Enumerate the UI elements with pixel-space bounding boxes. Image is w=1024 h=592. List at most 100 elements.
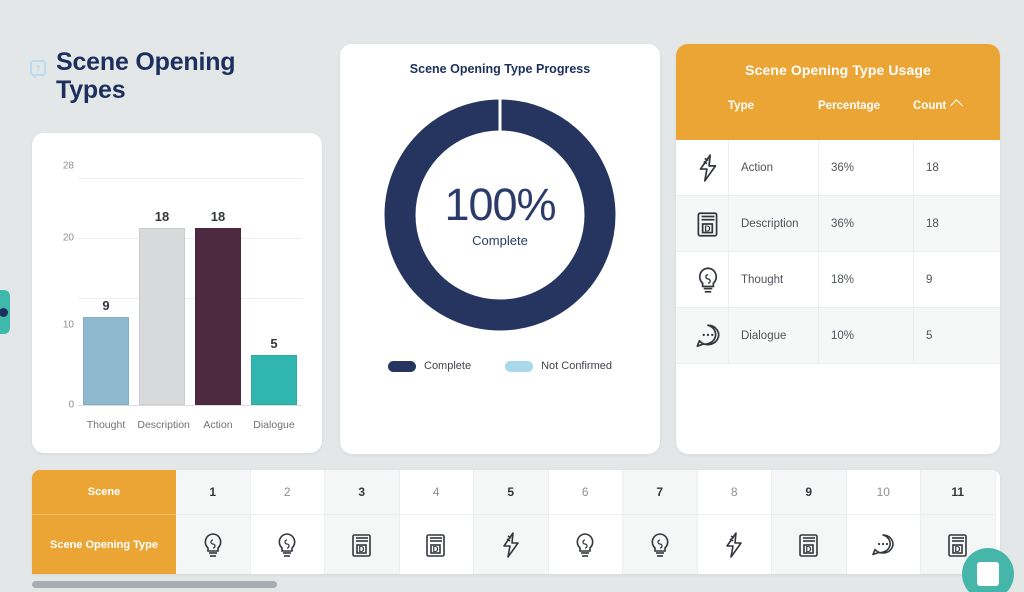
bar-chart-card: 28 20 10 0 9 18 18 5 Thought Description…: [32, 133, 322, 453]
x-label-dialogue: Dialogue: [253, 419, 295, 431]
usage-table-header: Scene Opening Type Usage Type Percentage…: [676, 44, 1000, 140]
bulb-icon: [676, 252, 728, 307]
bar-action[interactable]: 18: [193, 158, 242, 405]
bulb-icon[interactable]: [623, 514, 698, 574]
bolt-icon[interactable]: [697, 514, 772, 574]
bar-chart: 28 20 10 0 9 18 18 5 Thought Description…: [32, 133, 322, 453]
donut-sublabel: Complete: [472, 233, 528, 248]
column-header-type[interactable]: Type: [728, 100, 818, 112]
book-d-icon: D: [676, 196, 728, 251]
svg-text:D: D: [358, 545, 364, 554]
cell-count: 18: [913, 140, 1000, 195]
scene-number-cell[interactable]: 9: [772, 470, 847, 514]
bolt-icon: [676, 140, 728, 195]
bar-dialogue[interactable]: 5: [249, 158, 298, 405]
bar-rect-description: [138, 228, 185, 405]
y-tick-28: 28: [62, 160, 74, 172]
scene-number-cell[interactable]: 2: [250, 470, 325, 514]
chat-support-button[interactable]: [962, 548, 1014, 592]
bar-rect-dialogue: [250, 355, 297, 405]
bar-thought[interactable]: 9: [81, 158, 130, 405]
x-label-thought: Thought: [86, 419, 126, 431]
bar-description[interactable]: 18: [137, 158, 186, 405]
book-d-icon[interactable]: D: [325, 514, 400, 574]
scene-number-cell[interactable]: 4: [399, 470, 474, 514]
scene-number-cell[interactable]: 10: [846, 470, 921, 514]
y-tick-20: 20: [62, 232, 74, 244]
usage-table-columns: Type Percentage Count: [676, 98, 1000, 112]
scene-number-cell[interactable]: 8: [697, 470, 772, 514]
column-header-percentage[interactable]: Percentage: [818, 100, 913, 112]
svg-text:D: D: [954, 545, 960, 554]
y-tick-10: 10: [62, 319, 74, 331]
donut-center-labels: 100% Complete: [375, 90, 625, 340]
donut-percent: 100%: [444, 179, 556, 230]
cell-count: 9: [913, 252, 1000, 307]
column-header-icon: [676, 100, 728, 112]
column-header-count[interactable]: Count: [913, 98, 1000, 112]
usage-table-card: Scene Opening Type Usage Type Percentage…: [676, 44, 1000, 454]
x-label-action: Action: [203, 419, 233, 431]
bar-value-action: 18: [210, 209, 226, 224]
cell-percentage: 36%: [818, 196, 913, 251]
cell-type: Description: [728, 196, 818, 251]
speech-icon: [676, 308, 728, 363]
bar-series: 9 18 18 5: [78, 158, 302, 405]
cell-type: Dialogue: [728, 308, 818, 363]
scene-number-cell[interactable]: 3: [325, 470, 400, 514]
x-axis-labels: Thought Description Action Dialogue: [78, 419, 302, 431]
page-header: ? Scene Opening Types: [30, 48, 286, 104]
y-tick-0: 0: [68, 399, 74, 411]
timeline-type-row: Scene Opening Type D D D D: [32, 514, 1000, 574]
table-row[interactable]: Action 36% 18: [676, 140, 1000, 196]
scene-number-cell[interactable]: 7: [623, 470, 698, 514]
cell-percentage: 10%: [818, 308, 913, 363]
legend-item-complete[interactable]: Complete: [388, 360, 471, 372]
bar-rect-action: [194, 228, 241, 405]
book-d-icon[interactable]: D: [399, 514, 474, 574]
legend-item-not-confirmed[interactable]: Not Confirmed: [505, 360, 612, 372]
legend-swatch-not-confirmed: [505, 360, 534, 372]
bulb-icon[interactable]: [176, 514, 251, 574]
svg-text:D: D: [805, 545, 811, 554]
scene-number-cell[interactable]: 5: [474, 470, 549, 514]
bolt-icon[interactable]: [474, 514, 549, 574]
scrollbar-thumb[interactable]: [32, 581, 277, 588]
legend-label-complete: Complete: [424, 360, 472, 372]
bar-value-thought: 9: [102, 298, 110, 313]
donut-legend: Complete Not Confirmed: [340, 360, 660, 372]
x-label-description: Description: [137, 419, 190, 431]
sort-ascending-icon[interactable]: [950, 98, 964, 112]
column-header-count-label: Count: [913, 100, 947, 112]
bulb-icon[interactable]: [548, 514, 623, 574]
cell-count: 5: [913, 308, 1000, 363]
table-row[interactable]: D Description 36% 18: [676, 196, 1000, 252]
table-row[interactable]: Dialogue 10% 5: [676, 308, 1000, 364]
scene-number-cell[interactable]: 6: [548, 470, 623, 514]
svg-text:D: D: [433, 545, 439, 554]
donut-chart: 100% Complete: [375, 90, 625, 340]
usage-table-title: Scene Opening Type Usage: [745, 62, 931, 78]
cell-type: Action: [728, 140, 818, 195]
table-row[interactable]: Thought 18% 9: [676, 252, 1000, 308]
horizontal-scrollbar[interactable]: [32, 581, 1000, 588]
axis-baseline: [78, 405, 302, 406]
help-question-icon[interactable]: ?: [30, 60, 46, 79]
progress-card: Scene Opening Type Progress 100% Complet…: [340, 44, 660, 454]
speech-icon[interactable]: [846, 514, 921, 574]
bulb-icon[interactable]: [250, 514, 325, 574]
cell-percentage: 36%: [818, 140, 913, 195]
legend-swatch-complete: [388, 360, 416, 372]
timeline-scene-row: Scene 1 2 3 4 5 6 7 8 9 10 11: [32, 470, 1000, 514]
cell-percentage: 18%: [818, 252, 913, 307]
scene-number-cell[interactable]: 11: [921, 470, 996, 514]
progress-title: Scene Opening Type Progress: [409, 62, 591, 76]
book-d-icon[interactable]: D: [772, 514, 847, 574]
svg-text:D: D: [704, 223, 710, 233]
scene-number-cell[interactable]: 1: [176, 470, 251, 514]
cell-count: 18: [913, 196, 1000, 251]
bar-value-dialogue: 5: [270, 336, 278, 351]
legend-label-not-confirmed: Not Confirmed: [541, 360, 612, 372]
side-panel-toggle[interactable]: [0, 290, 10, 334]
timeline-row-label-scene: Scene: [32, 470, 176, 514]
